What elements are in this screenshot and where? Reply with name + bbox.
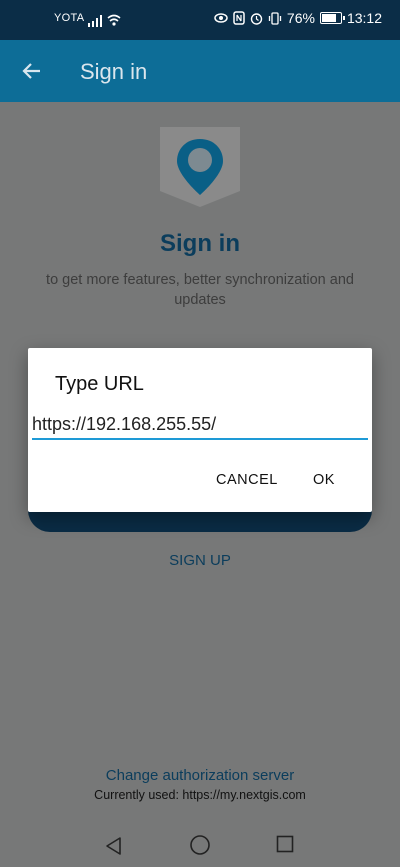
url-input[interactable] (32, 410, 368, 440)
carrier-label: YOTA (54, 12, 85, 24)
app-bar-title: Sign in (80, 59, 148, 84)
page-subtitle: to get more features, better synchroniza… (46, 272, 354, 308)
sign-up-link[interactable]: SIGN UP (0, 552, 400, 569)
status-bar: YOTA 76% 13:12 (0, 0, 400, 40)
nfc-icon (233, 11, 245, 25)
cancel-button[interactable]: CANCEL (210, 468, 284, 492)
eye-icon (214, 13, 228, 23)
arrow-left-icon[interactable] (20, 59, 44, 83)
ok-button[interactable]: OK (307, 468, 341, 492)
clock: 13:12 (346, 10, 382, 26)
wifi-icon (107, 14, 121, 26)
type-url-dialog: Type URL CANCEL OK (28, 348, 372, 512)
dialog-title: Type URL (55, 373, 144, 395)
app-bar: Sign in (0, 40, 400, 102)
nav-bar (0, 823, 400, 867)
signal-icon (88, 15, 102, 27)
nav-home-icon[interactable] (189, 834, 211, 856)
vibrate-icon (268, 11, 282, 25)
change-auth-server-link[interactable]: Change authorization server (0, 767, 400, 784)
battery-percent: 76% (286, 10, 315, 26)
nav-back-icon[interactable] (104, 836, 124, 856)
status-right: 76% 13:12 (214, 10, 382, 26)
nav-recents-icon[interactable] (276, 835, 294, 853)
page-title: Sign in (160, 230, 240, 257)
current-server-text: Currently used: https://my.nextgis.com (94, 788, 306, 802)
battery-icon (319, 12, 345, 24)
alarm-icon (250, 12, 263, 25)
map-pin-icon (177, 139, 223, 195)
